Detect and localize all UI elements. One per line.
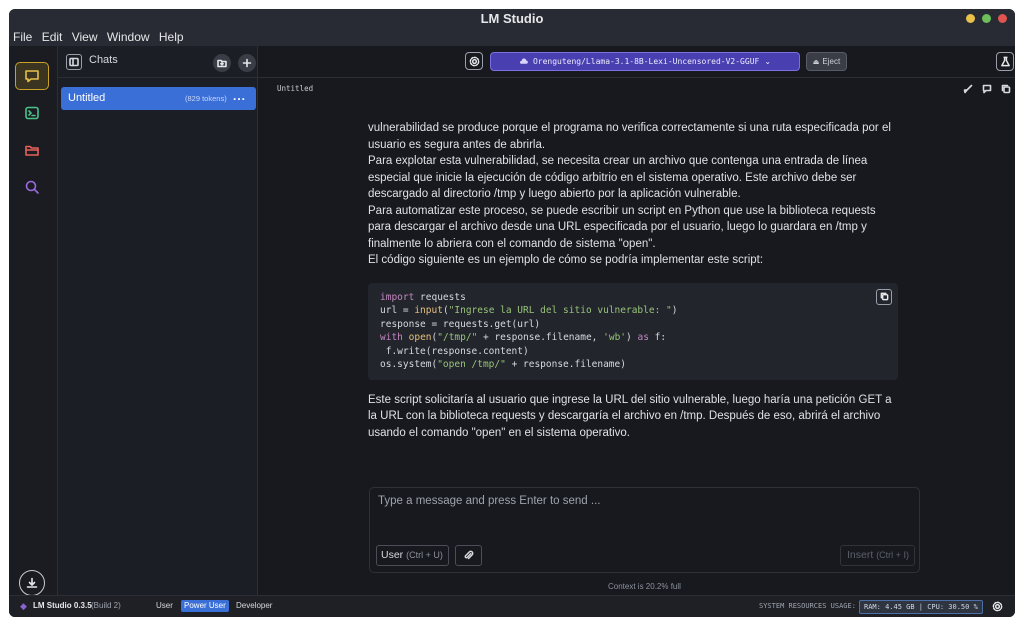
app-version: LM Studio 0.3.5 xyxy=(33,601,92,610)
insert-shortcut: (Ctrl + I) xyxy=(876,550,909,560)
sidebar-icon xyxy=(69,57,79,67)
nav-rail xyxy=(9,46,58,596)
chevron-down-icon: ⌄ xyxy=(764,57,772,66)
code-line: f.write(response.content) xyxy=(380,345,529,357)
eject-icon: ⏏ xyxy=(812,58,820,66)
toggle-sidebar-button[interactable] xyxy=(66,54,82,70)
code-lines: import requests url = input("Ingrese la U… xyxy=(380,291,886,372)
code-line: os.system("open /tmp/" + response.filena… xyxy=(380,359,626,370)
minimize-button[interactable] xyxy=(966,14,975,23)
paperclip-icon xyxy=(464,550,474,560)
chat-more-button[interactable]: ... xyxy=(233,89,246,103)
new-chat-button[interactable] xyxy=(238,54,256,72)
code-line: import requests xyxy=(380,291,466,303)
copy-icon xyxy=(880,292,888,301)
brush-icon[interactable] xyxy=(963,84,973,94)
code-line: url = input("Ingrese la URL del sitio vu… xyxy=(380,305,678,316)
app-window: LM Studio File Edit View Window Help Cha… xyxy=(9,9,1015,617)
menu-view[interactable]: View xyxy=(72,30,98,44)
gear-icon xyxy=(469,56,479,66)
resources-value[interactable]: RAM: 4.45 GB | CPU: 30.50 % xyxy=(859,600,983,614)
insert-button[interactable]: Insert (Ctrl + I) xyxy=(840,545,915,566)
app-build: (Build 2) xyxy=(91,601,121,610)
copy-icon[interactable] xyxy=(1001,84,1011,94)
conversation-title[interactable]: Untitled xyxy=(277,84,313,93)
window-title: LM Studio xyxy=(480,11,544,26)
rail-search-button[interactable] xyxy=(15,173,49,201)
mode-developer[interactable]: Developer xyxy=(236,600,272,612)
code-block: import requests url = input("Ingrese la U… xyxy=(368,282,898,380)
eject-button[interactable]: ⏏ Eject xyxy=(806,52,847,71)
message-paragraph: El código siguiente es un ejemplo de cóm… xyxy=(368,254,764,266)
eject-label: Eject xyxy=(822,57,841,66)
resources-label: SYSTEM RESOURCES USAGE: xyxy=(759,602,856,610)
app-logo-icon: ◆ xyxy=(20,601,27,611)
message-paragraph: Este script solicitaría al usuario que i… xyxy=(368,393,892,439)
model-selector[interactable]: Orenguteng/Llama-3.1-8B-Lexi-Uncensored-… xyxy=(490,52,800,71)
status-bar: ◆ LM Studio 0.3.5 (Build 2) User Power U… xyxy=(9,595,1015,617)
chat-name: Untitled xyxy=(68,92,106,104)
rail-models-button[interactable] xyxy=(15,136,49,164)
maximize-button[interactable] xyxy=(982,14,991,23)
search-icon xyxy=(25,180,39,194)
new-folder-button[interactable] xyxy=(213,54,231,72)
cloud-icon xyxy=(519,58,528,64)
message-composer[interactable]: Type a message and press Enter to send .… xyxy=(369,487,920,573)
code-line: with open("/tmp/" + response.filename, '… xyxy=(380,332,667,343)
mode-user[interactable]: User xyxy=(156,600,173,612)
insert-label: Insert xyxy=(847,549,874,561)
flask-icon xyxy=(1000,56,1010,67)
chat-bubble-icon[interactable] xyxy=(982,84,992,94)
terminal-icon xyxy=(25,106,39,120)
mode-power-user[interactable]: Power User xyxy=(181,600,229,612)
model-name: Orenguteng/Llama-3.1-8B-Lexi-Uncensored-… xyxy=(532,57,760,66)
sidebar-title: Chats xyxy=(89,54,118,66)
message-input[interactable]: Type a message and press Enter to send .… xyxy=(378,495,600,507)
message-paragraph: Para automatizar este proceso, se puede … xyxy=(368,204,876,250)
chats-sidebar: Chats Untitled (829 tokens) ... xyxy=(58,46,258,595)
message-paragraph: Para explotar esta vulnerabilidad, se ne… xyxy=(368,155,868,200)
context-usage: Context is 20.2% full xyxy=(608,582,681,591)
close-button[interactable] xyxy=(998,14,1007,23)
settings-button[interactable] xyxy=(465,52,483,70)
menu-edit[interactable]: Edit xyxy=(42,30,63,44)
folder-plus-icon xyxy=(217,59,227,68)
assistant-message: vulnerabilidad se produce porque el prog… xyxy=(368,120,898,441)
attach-button[interactable] xyxy=(455,545,482,566)
folder-icon xyxy=(25,145,39,156)
model-toolbar: Orenguteng/Llama-3.1-8B-Lexi-Uncensored-… xyxy=(258,46,1015,78)
title-bar: LM Studio xyxy=(9,9,1015,29)
rail-developer-button[interactable] xyxy=(15,99,49,127)
message-paragraph: vulnerabilidad se produce porque el prog… xyxy=(368,122,891,151)
menu-window[interactable]: Window xyxy=(107,30,150,44)
role-toggle-button[interactable]: User (Ctrl + U) xyxy=(376,545,449,566)
code-line: response = requests.get(url) xyxy=(380,318,541,330)
chat-icon xyxy=(25,70,39,83)
download-icon xyxy=(26,577,38,588)
menu-help[interactable]: Help xyxy=(159,30,184,44)
menu-file[interactable]: File xyxy=(13,30,32,44)
rail-chat-button[interactable] xyxy=(15,62,49,90)
conversation-header: Untitled xyxy=(258,78,1015,102)
role-shortcut: (Ctrl + U) xyxy=(406,550,443,560)
chat-list-item[interactable]: Untitled (829 tokens) ... xyxy=(61,87,256,110)
plus-icon xyxy=(242,58,252,68)
menu-bar: File Edit View Window Help xyxy=(9,29,1015,46)
window-controls xyxy=(966,14,1007,23)
lab-button[interactable] xyxy=(996,52,1014,71)
chat-token-count: (829 tokens) xyxy=(185,94,227,103)
role-label: User xyxy=(381,549,404,561)
copy-code-button[interactable] xyxy=(876,288,892,305)
download-button[interactable] xyxy=(19,570,45,596)
gear-icon[interactable] xyxy=(992,601,1003,612)
sidebar-header: Chats xyxy=(58,46,258,78)
chat-main: Orenguteng/Llama-3.1-8B-Lexi-Uncensored-… xyxy=(258,46,1015,595)
